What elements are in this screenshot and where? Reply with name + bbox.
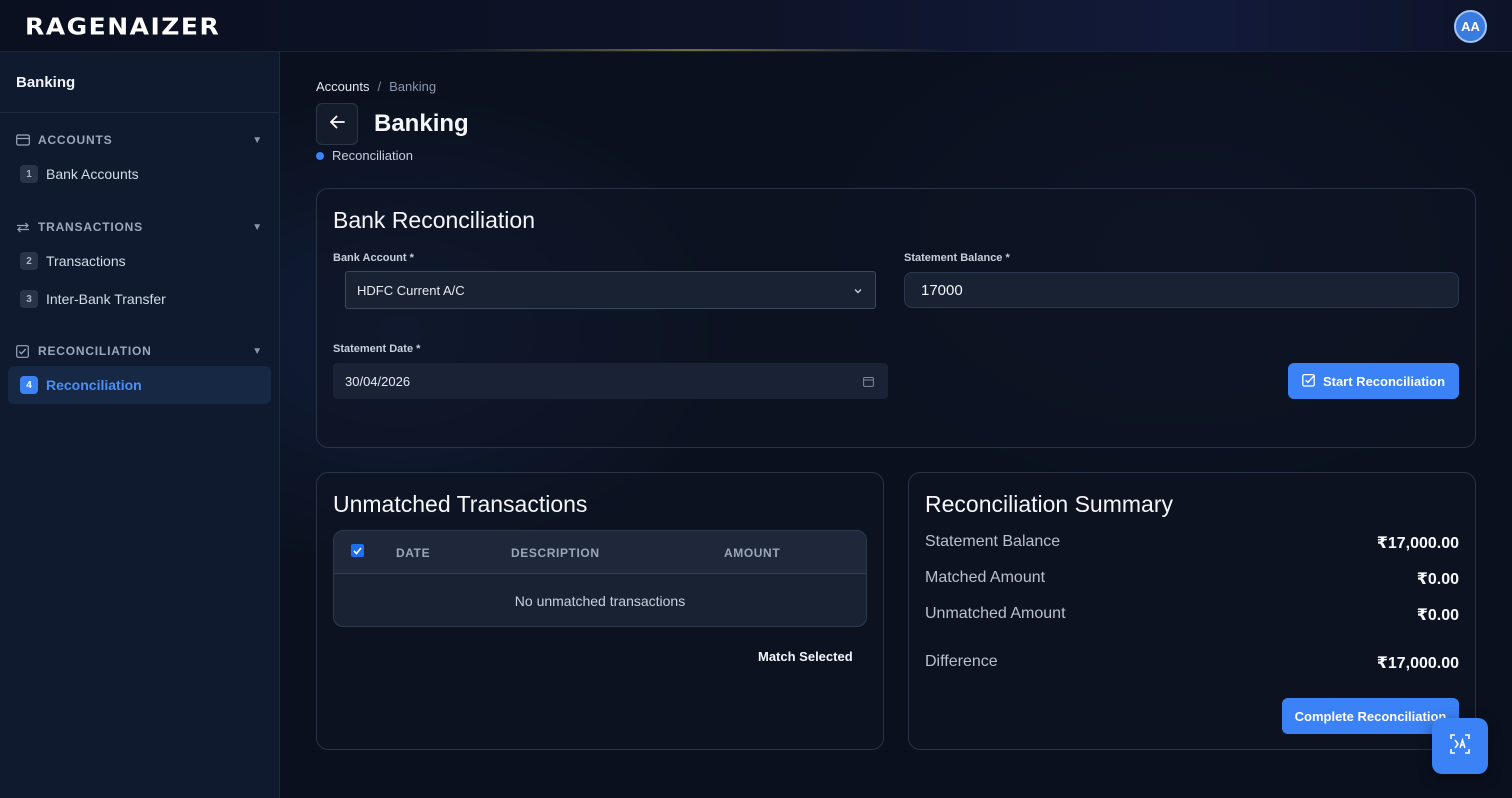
summary-label: Statement Balance — [925, 533, 1061, 550]
sidebar-item-label: Reconciliation — [46, 377, 142, 393]
sidebar-section-label: ACCOUNTS — [38, 133, 113, 147]
sidebar-item-number: 1 — [20, 165, 38, 183]
caret-down-icon: ▼ — [252, 221, 263, 233]
summary-label: Matched Amount — [925, 569, 1046, 586]
active-dot-icon — [316, 151, 324, 160]
summary-row-statement-balance: Statement Balance ₹17,000.00 — [925, 533, 1459, 553]
checkbox-edit-icon — [1302, 373, 1316, 390]
sidebar-section-label: TRANSACTIONS — [38, 220, 143, 234]
sidebar-item-bank-accounts[interactable]: 1 Bank Accounts — [8, 155, 271, 193]
assistant-fab-button[interactable] — [1432, 718, 1488, 774]
sidebar-item-transactions[interactable]: 2 Transactions — [8, 242, 271, 280]
unmatched-table: DATE DESCRIPTION AMOUNT No unmatched tra… — [333, 530, 867, 627]
subtab-label: Reconciliation — [332, 148, 413, 163]
statement-date-input[interactable]: 30/04/2026 — [333, 363, 888, 399]
app-logo[interactable]: RAGENAIZER — [25, 15, 220, 39]
reconciliation-summary-card: Reconciliation Summary Statement Balance… — [908, 472, 1476, 750]
statement-balance-input[interactable]: 17000 — [904, 272, 1459, 308]
caret-down-icon: ▼ — [252, 134, 263, 146]
unmatched-transactions-card: Unmatched Transactions DATE DESCRIPTION … — [316, 472, 884, 750]
summary-row-unmatched-amount: Unmatched Amount ₹0.00 — [925, 605, 1459, 625]
sidebar-item-label: Bank Accounts — [46, 166, 139, 182]
page-title: Banking — [374, 110, 469, 137]
column-header-date[interactable]: DATE — [396, 546, 430, 560]
sidebar-section-label: RECONCILIATION — [38, 344, 152, 358]
transfer-arrows-icon — [16, 219, 32, 235]
back-button[interactable] — [316, 103, 358, 145]
sidebar-item-label: Inter-Bank Transfer — [46, 291, 166, 307]
card-icon — [16, 132, 32, 148]
summary-label: Difference — [925, 653, 998, 670]
breadcrumb-accounts-link[interactable]: Accounts — [316, 79, 369, 94]
summary-value: ₹0.00 — [1416, 607, 1459, 624]
summary-value: ₹17,000.00 — [1376, 535, 1459, 552]
sidebar-item-number: 3 — [20, 290, 38, 308]
sidebar: Banking ACCOUNTS ▼ 1 Bank Accounts TRANS… — [0, 52, 280, 798]
main-content: Accounts / Banking Banking Reconciliatio… — [280, 52, 1512, 798]
chevron-down-icon — [853, 284, 863, 299]
select-all-checkbox[interactable] — [351, 544, 364, 557]
arrow-left-icon — [329, 115, 345, 134]
card-title: Unmatched Transactions — [333, 491, 588, 517]
statement-balance-value: 17000 — [921, 281, 963, 299]
bank-account-select[interactable]: HDFC Current A/C — [345, 271, 876, 309]
breadcrumb: Accounts / Banking — [316, 79, 436, 94]
sidebar-title: Banking — [0, 52, 279, 113]
breadcrumb-current: Banking — [389, 79, 437, 94]
statement-date-value: 30/04/2026 — [345, 373, 411, 389]
table-header: DATE DESCRIPTION AMOUNT — [334, 531, 866, 574]
column-header-amount[interactable]: AMOUNT — [724, 546, 780, 560]
summary-label: Unmatched Amount — [925, 605, 1066, 622]
checkbox-icon — [16, 343, 32, 359]
top-bar-glow — [430, 49, 950, 51]
start-reconciliation-button[interactable]: Start Reconciliation — [1288, 363, 1459, 399]
top-bar: RAGENAIZER AA — [0, 0, 1512, 52]
summary-value: ₹17,000.00 — [1376, 655, 1459, 672]
sidebar-item-number: 4 — [20, 376, 38, 394]
empty-state-message: No unmatched transactions — [514, 592, 686, 609]
caret-down-icon: ▼ — [252, 345, 263, 357]
summary-row-matched-amount: Matched Amount ₹0.00 — [925, 569, 1459, 589]
card-title: Bank Reconciliation — [333, 207, 536, 233]
bank-reconciliation-card: Bank Reconciliation Bank Account * HDFC … — [316, 188, 1476, 448]
summary-value: ₹0.00 — [1416, 571, 1459, 588]
subtab-reconciliation[interactable]: Reconciliation — [316, 148, 413, 163]
statement-date-label: Statement Date * — [333, 343, 421, 355]
start-reconciliation-label: Start Reconciliation — [1322, 373, 1446, 389]
breadcrumb-separator: / — [377, 79, 382, 94]
sidebar-item-label: Transactions — [46, 253, 126, 269]
calendar-icon[interactable] — [863, 375, 874, 390]
summary-row-difference: Difference ₹17,000.00 — [925, 653, 1459, 673]
sidebar-item-number: 2 — [20, 252, 38, 270]
user-avatar[interactable]: AA — [1454, 10, 1487, 43]
match-selected-button[interactable]: Match Selected — [758, 649, 853, 664]
column-header-description[interactable]: DESCRIPTION — [511, 546, 600, 560]
sidebar-item-reconciliation[interactable]: 4 Reconciliation — [8, 366, 271, 404]
ai-assistant-icon — [1447, 731, 1473, 762]
sidebar-item-inter-bank-transfer[interactable]: 3 Inter-Bank Transfer — [8, 280, 271, 318]
bank-account-label: Bank Account * — [333, 252, 414, 264]
bank-account-value: HDFC Current A/C — [357, 282, 465, 298]
card-title: Reconciliation Summary — [925, 491, 1173, 517]
statement-balance-label: Statement Balance * — [904, 252, 1010, 264]
